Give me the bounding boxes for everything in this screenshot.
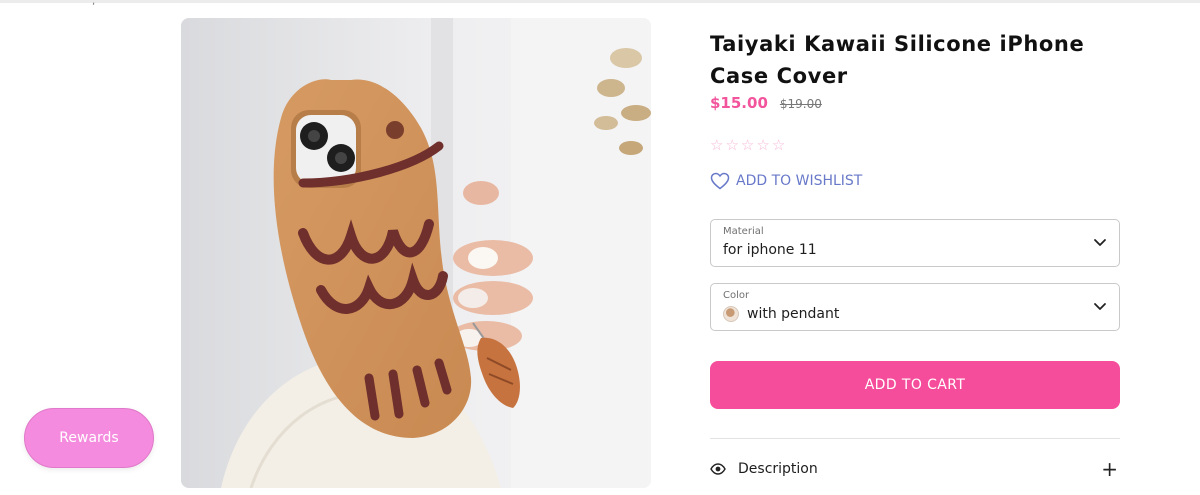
section-divider [710, 438, 1120, 439]
star-icon: ☆ [725, 136, 739, 154]
product-title: Taiyaki Kawaii Silicone iPhone Case Cove… [710, 32, 1085, 88]
price-row: $15.00 $19.00 [710, 94, 822, 116]
description-accordion-toggle[interactable]: Description + [710, 457, 1120, 481]
material-select-value: for iphone 11 [723, 242, 817, 258]
description-label: Description [738, 461, 818, 477]
star-icon: ☆ [740, 136, 755, 154]
sale-price: $15.00 [710, 94, 768, 112]
eye-icon [710, 463, 726, 475]
material-select-label: Material [723, 226, 764, 237]
wishlist-label: ADD TO WISHLIST [736, 173, 863, 189]
add-to-wishlist-link[interactable]: ADD TO WISHLIST [710, 172, 862, 190]
material-value-text: for iphone 11 [723, 242, 817, 258]
color-value-text: with pendant [747, 306, 840, 322]
rating-stars[interactable]: ☆ ☆ ☆ ☆ ☆ [710, 137, 785, 153]
star-icon: ☆ [771, 136, 786, 154]
compare-at-price: $19.00 [779, 97, 822, 111]
rewards-launcher-button[interactable]: Rewards [24, 408, 154, 468]
color-select[interactable]: Color with pendant [710, 283, 1120, 331]
product-photo-illustration [181, 18, 651, 488]
heart-outline-icon [710, 172, 730, 190]
breadcrumb-fragment: , [92, 0, 96, 7]
color-select-label: Color [723, 290, 750, 301]
color-swatch [723, 306, 739, 322]
page-top-divider [0, 0, 1200, 3]
plus-icon[interactable]: + [1101, 459, 1118, 479]
chevron-down-icon [1094, 303, 1106, 310]
add-to-cart-button[interactable]: ADD TO CART [710, 361, 1120, 409]
star-icon: ☆ [710, 136, 724, 154]
star-icon: ☆ [756, 136, 770, 154]
material-select[interactable]: Material for iphone 11 [710, 219, 1120, 267]
color-select-value: with pendant [723, 306, 839, 322]
chevron-down-icon [1094, 239, 1106, 246]
product-image[interactable] [181, 18, 651, 488]
